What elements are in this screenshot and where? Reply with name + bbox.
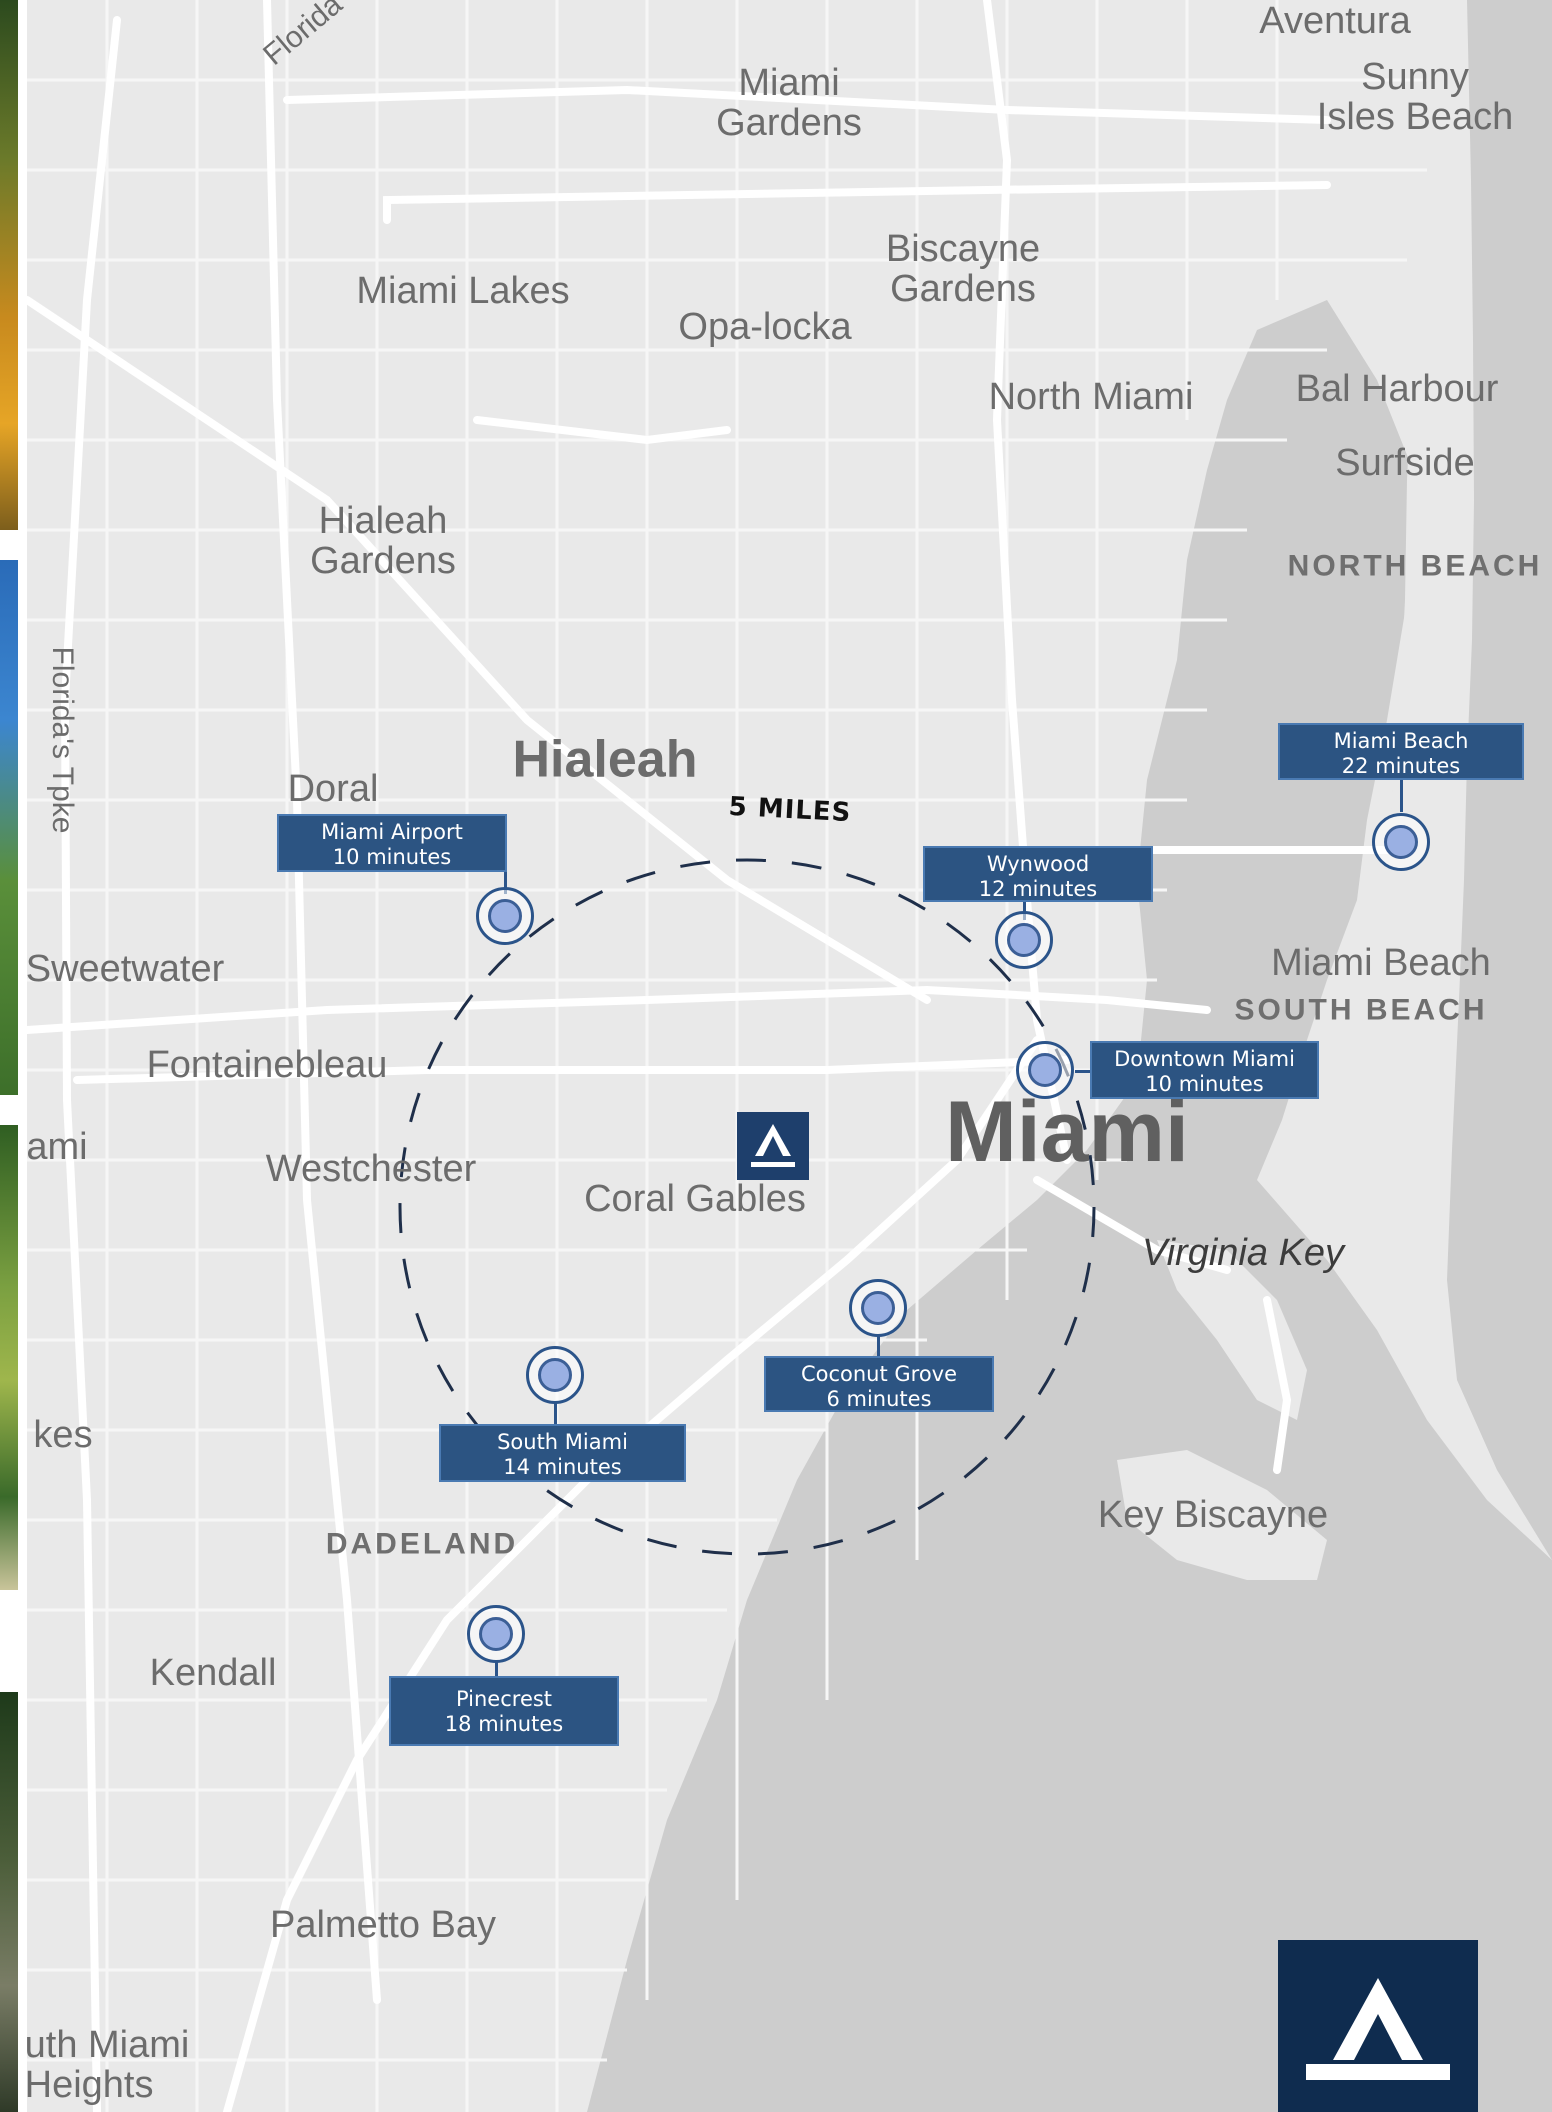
destination-callout-miami-airport[interactable]: Miami Airport 10 minutes [277, 814, 507, 872]
destination-name: Wynwood [986, 852, 1090, 876]
place-label: Westchester [265, 1148, 477, 1191]
brand-mark-icon [1306, 1978, 1450, 2080]
place-label: Fontainebleau [146, 1044, 388, 1087]
place-label: Doral [287, 768, 379, 811]
brand-mark-icon [751, 1124, 795, 1167]
pin-stem [1399, 778, 1403, 812]
place-label: uth Miami Heights [27, 2024, 190, 2106]
place-label: Miami [945, 1083, 1189, 1180]
place-label: Florida's Tpke [45, 646, 79, 834]
destination-time: 22 minutes [1341, 754, 1461, 778]
destination-time: 10 minutes [1145, 1072, 1264, 1096]
destination-pin-south-miami[interactable] [526, 1346, 584, 1404]
destination-pin-miami-airport[interactable] [476, 887, 534, 945]
radius-label: 5 MILES [727, 791, 853, 829]
place-label: Opa-locka [678, 306, 852, 349]
place-label: kes [33, 1414, 93, 1457]
place-label: Miami Lakes [356, 270, 570, 313]
property-marker[interactable] [737, 1112, 809, 1180]
destination-name: Miami Beach [1333, 729, 1469, 753]
place-label: North Miami [988, 376, 1194, 419]
destination-pin-coconut-grove[interactable] [849, 1279, 907, 1337]
destination-time: 6 minutes [826, 1387, 932, 1411]
place-label: Hialeah [512, 730, 698, 789]
pin-stem [553, 1403, 557, 1425]
place-label: Virginia Key [1141, 1232, 1345, 1275]
diagonal-road-2 [473, 416, 731, 445]
photo-garden [0, 1125, 18, 1590]
place-label: Hialeah Gardens [310, 500, 456, 582]
destination-name: Pinecrest [455, 1687, 553, 1711]
map[interactable]: Aventura Sunny Isles Beach Miami Gardens… [27, 0, 1552, 2112]
destination-time: 18 minutes [444, 1712, 564, 1736]
place-label: NORTH BEACH [1287, 549, 1543, 583]
destination-callout-miami-beach[interactable]: Miami Beach 22 minutes [1278, 723, 1524, 780]
diagonal-road-1 [27, 296, 931, 1004]
destination-callout-coconut-grove[interactable]: Coconut Grove 6 minutes [764, 1356, 994, 1412]
destination-time: 14 minutes [503, 1455, 622, 1479]
place-label: Aventura [1259, 0, 1411, 43]
destination-callout-wynwood[interactable]: Wynwood 12 minutes [923, 846, 1153, 902]
page: Aventura Sunny Isles Beach Miami Gardens… [0, 0, 1552, 2112]
brand-logo [1278, 1940, 1478, 2112]
place-label: Sweetwater [27, 948, 225, 991]
dolphin-expressway-road [27, 985, 1211, 1034]
destination-name: Downtown Miami [1114, 1047, 1295, 1071]
place-label: Palmetto Bay [270, 1904, 496, 1947]
destination-pin-miami-beach[interactable] [1372, 813, 1430, 871]
place-label: Miami Beach [1271, 942, 1491, 985]
photo-palm-sunset [0, 0, 18, 530]
place-label: ami [27, 1126, 88, 1169]
place-label: DADELAND [325, 1527, 519, 1561]
destination-name: Coconut Grove [800, 1362, 958, 1386]
place-label: Miami Gardens [716, 62, 862, 144]
photo-palm-sky [0, 560, 18, 1095]
destination-name: South Miami [497, 1430, 628, 1454]
pin-stem [876, 1336, 880, 1358]
atlantic-ocean [1447, 0, 1552, 1560]
place-label: Coral Gables [584, 1178, 806, 1221]
photo-trees [0, 1692, 18, 2112]
destination-pin-downtown-miami[interactable] [1016, 1041, 1074, 1099]
destination-time: 12 minutes [978, 877, 1098, 901]
place-label: Biscayne Gardens [885, 228, 1041, 310]
place-label: SOUTH BEACH [1234, 993, 1488, 1027]
place-label: Sunny Isles Beach [1316, 56, 1514, 138]
destination-callout-pinecrest[interactable]: Pinecrest 18 minutes [389, 1676, 619, 1746]
place-label: Kendall [149, 1652, 277, 1695]
destination-pin-pinecrest[interactable] [467, 1605, 525, 1663]
place-label: Key Biscayne [1097, 1494, 1329, 1537]
destination-time: 10 minutes [332, 845, 452, 869]
i-95-road [983, 0, 1071, 1164]
photo-strip [0, 0, 18, 2112]
place-label: Surfside [1335, 442, 1475, 485]
place-label: Bal Harbour [1295, 368, 1499, 411]
destination-name: Miami Airport [321, 820, 463, 844]
destination-callout-downtown-miami[interactable]: Downtown Miami 10 minutes [1090, 1041, 1319, 1099]
destination-callout-south-miami[interactable]: South Miami 14 minutes [439, 1424, 686, 1482]
destination-pin-wynwood[interactable] [995, 911, 1053, 969]
